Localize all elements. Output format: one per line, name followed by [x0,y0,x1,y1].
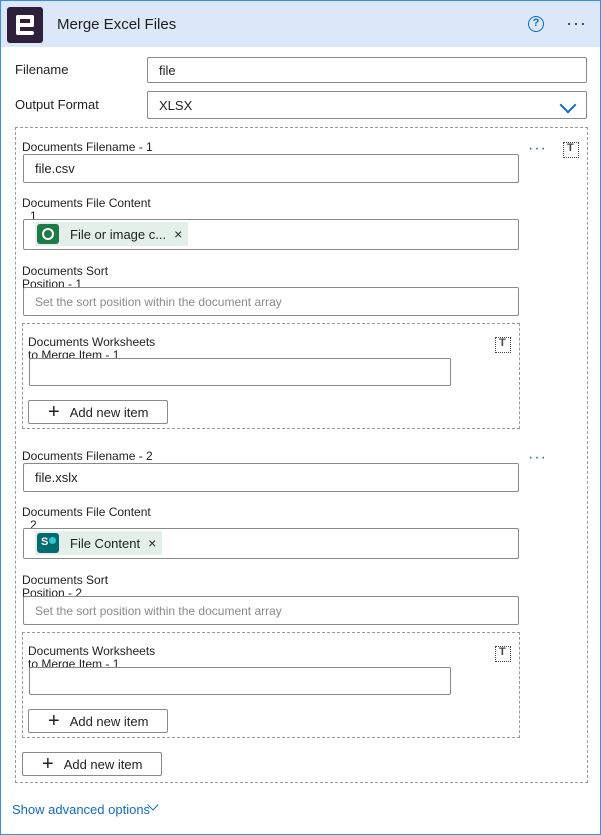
sharepoint-icon: S [37,533,59,553]
help-icon[interactable]: ? [528,16,544,32]
add-document-item-button[interactable]: + Add new item [22,752,162,776]
app-logo-icon [7,7,43,43]
token-label: File Content [70,535,141,551]
documents-filename-2-label: Documents Filename - 2 [22,449,153,463]
add-item-label: Add new item [69,713,149,729]
documents-filename-1-input[interactable]: file.csv [23,154,519,183]
action-title: Merge Excel Files [57,16,177,33]
documents-worksheets-1-input[interactable] [29,358,451,386]
delete-worksheets-icon[interactable] [495,646,511,662]
documents-filename-2-input[interactable]: file.xslx [23,463,519,492]
delete-array-icon[interactable] [563,142,579,158]
add-worksheet-item-button-1[interactable]: + Add new item [28,400,168,424]
filename-label: Filename [15,62,69,77]
output-format-label: Output Format [15,97,99,112]
filename-input[interactable]: file [147,57,587,83]
documents-sort-1-input[interactable]: Set the sort position within the documen… [23,287,519,316]
more-options-icon[interactable]: ··· [566,14,587,32]
documents-sort-2-input[interactable]: Set the sort position within the documen… [23,596,519,625]
plus-icon: + [48,401,60,423]
action-header[interactable]: Merge Excel Files ? ··· [1,1,600,47]
item-2-more-icon[interactable]: ··· [528,450,547,466]
chevron-down-icon [559,96,577,114]
documents-file-content-2-label-text: Documents File Content [22,506,151,519]
plus-icon: + [42,753,54,775]
dataverse-icon [37,224,59,244]
documents-file-content-1-label-text: Documents File Content [22,197,151,210]
action-card: Merge Excel Files ? ··· Filename file Ou… [0,0,601,835]
token-label: File or image c... [70,226,167,242]
plus-icon: + [48,710,60,732]
output-format-select[interactable]: XLSX [147,91,587,119]
remove-token-icon[interactable]: × [148,535,156,551]
item-1-more-icon[interactable]: ··· [528,141,547,157]
add-item-label: Add new item [69,404,149,420]
add-item-label: Add new item [63,756,143,772]
dynamic-content-token-1[interactable]: File or image c... × [35,222,189,246]
dynamic-content-token-2[interactable]: S File Content × [35,531,163,555]
delete-worksheets-icon[interactable] [495,337,511,353]
output-format-value: XLSX [159,97,193,113]
show-advanced-options-link[interactable]: Show advanced options [12,802,150,817]
add-worksheet-item-button-2[interactable]: + Add new item [28,709,168,733]
documents-filename-1-label: Documents Filename - 1 [22,140,153,154]
documents-worksheets-2-input[interactable] [29,667,451,695]
remove-token-icon[interactable]: × [174,226,182,242]
